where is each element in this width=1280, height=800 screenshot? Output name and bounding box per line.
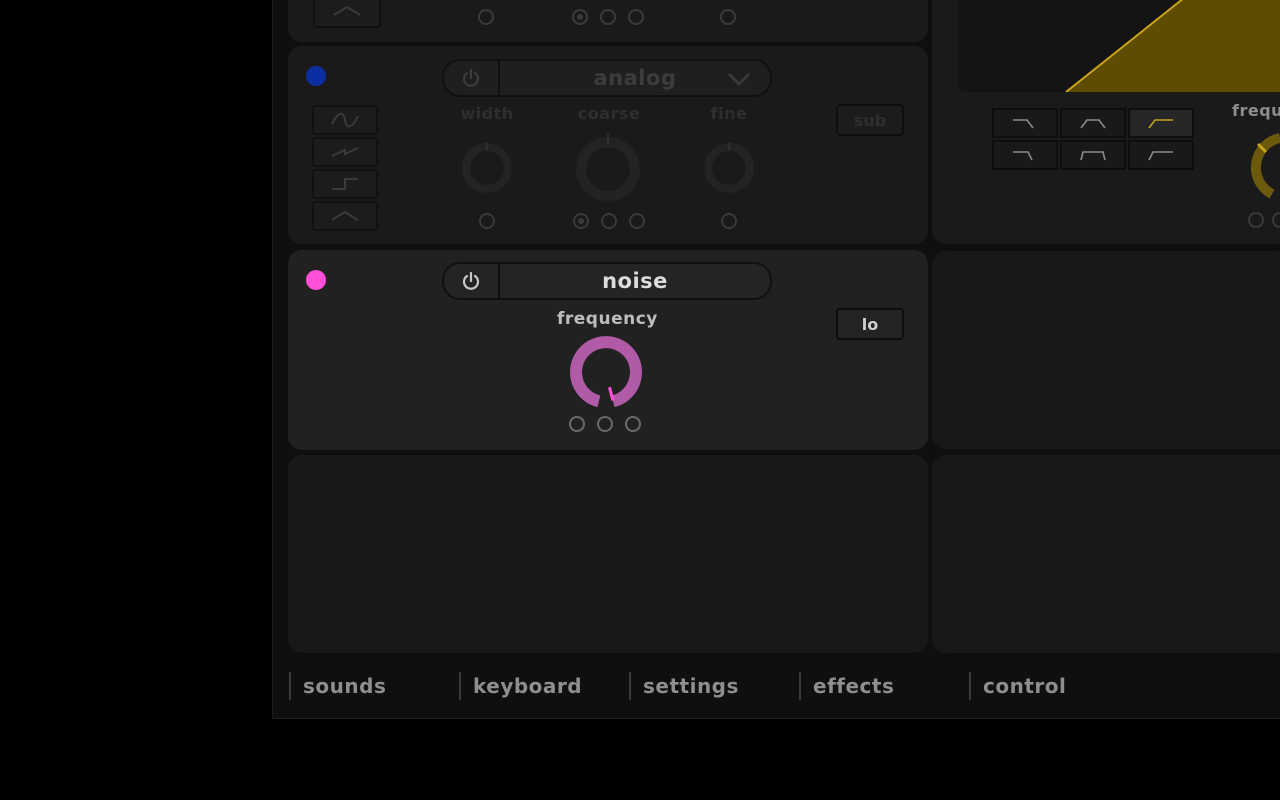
- mod-slot[interactable]: [569, 416, 585, 432]
- width-knob-label: width: [460, 104, 514, 123]
- mod-slot[interactable]: [573, 213, 589, 229]
- square-wave-icon: [332, 178, 358, 190]
- empty-panel: [288, 455, 928, 653]
- bandpass-icon: [1080, 119, 1106, 129]
- mod-slot[interactable]: [601, 213, 617, 229]
- waveform-triangle-button[interactable]: [312, 201, 378, 231]
- highpass-icon: [1148, 119, 1173, 129]
- tab-settings[interactable]: settings: [629, 672, 739, 700]
- filter-notch-button[interactable]: [1060, 140, 1126, 170]
- power-icon: [462, 271, 480, 290]
- mod-slot[interactable]: [478, 9, 494, 25]
- filter-highpass-button[interactable]: [1128, 108, 1194, 138]
- waveform-triangle-button[interactable]: [313, 0, 381, 28]
- oscillator-type-selector[interactable]: analog: [442, 59, 772, 97]
- mod-slot[interactable]: [629, 213, 645, 229]
- tab-sounds[interactable]: sounds: [289, 672, 386, 700]
- mod-slot[interactable]: [600, 9, 616, 25]
- filter-frequency-knob[interactable]: [1244, 130, 1280, 204]
- filter-lowpass-button[interactable]: [992, 108, 1058, 138]
- triangle-wave-icon: [333, 5, 361, 16]
- power-button[interactable]: [444, 61, 500, 95]
- empty-panel: [932, 251, 1280, 449]
- sub-oscillator-button[interactable]: sub: [836, 104, 904, 136]
- mod-slot[interactable]: [720, 9, 736, 25]
- filter-panel: frequ: [932, 0, 1280, 244]
- oscillator-panel-analog: analog width coarse fine sub: [288, 46, 928, 244]
- mod-slot[interactable]: [628, 9, 644, 25]
- oscillator-panel-top: [288, 0, 928, 42]
- power-icon: [462, 68, 480, 87]
- highshelf-icon: [1148, 151, 1173, 161]
- mod-slot[interactable]: [1272, 212, 1280, 228]
- noise-color-dot: [306, 270, 326, 290]
- noise-type-selector[interactable]: noise: [442, 262, 772, 300]
- saw-wave-icon: [331, 147, 359, 157]
- coarse-knob-label: coarse: [577, 104, 641, 123]
- mod-slot[interactable]: [625, 416, 641, 432]
- frequency-knob[interactable]: [568, 334, 644, 410]
- chevron-down-icon: [728, 73, 750, 86]
- filter-highshelf-button[interactable]: [1128, 140, 1194, 170]
- noise-type-label: noise: [602, 269, 668, 293]
- tab-control[interactable]: control: [969, 672, 1066, 700]
- coarse-knob[interactable]: [571, 134, 645, 204]
- filter-frequency-label: frequ: [1232, 101, 1280, 120]
- filter-bandpass-button[interactable]: [1060, 108, 1126, 138]
- noise-lo-button[interactable]: lo: [836, 308, 904, 340]
- noise-panel: noise frequency lo: [288, 250, 928, 450]
- tab-keyboard[interactable]: keyboard: [459, 672, 582, 700]
- waveform-sine-button[interactable]: [312, 105, 378, 135]
- filter-response-display: [958, 0, 1280, 92]
- power-button[interactable]: [444, 264, 500, 298]
- triangle-wave-icon: [331, 210, 359, 221]
- oscillator-color-dot: [306, 66, 326, 86]
- mod-slot[interactable]: [721, 213, 737, 229]
- empty-panel: [932, 455, 1280, 653]
- mod-slot[interactable]: [597, 416, 613, 432]
- lowshelf-icon: [1013, 151, 1033, 161]
- filter-lowshelf-button[interactable]: [992, 140, 1058, 170]
- waveform-saw-button[interactable]: [312, 137, 378, 167]
- width-knob[interactable]: [459, 140, 515, 196]
- fine-knob-label: fine: [710, 104, 748, 123]
- frequency-knob-label: frequency: [557, 309, 658, 329]
- fine-knob[interactable]: [701, 140, 757, 196]
- tab-effects[interactable]: effects: [799, 672, 894, 700]
- sine-wave-icon: [331, 112, 359, 128]
- mod-slot[interactable]: [1248, 212, 1264, 228]
- waveform-square-button[interactable]: [312, 169, 378, 199]
- notch-icon: [1080, 151, 1106, 161]
- mod-slot[interactable]: [572, 9, 588, 25]
- lowpass-icon: [1013, 119, 1034, 129]
- mod-slot[interactable]: [479, 213, 495, 229]
